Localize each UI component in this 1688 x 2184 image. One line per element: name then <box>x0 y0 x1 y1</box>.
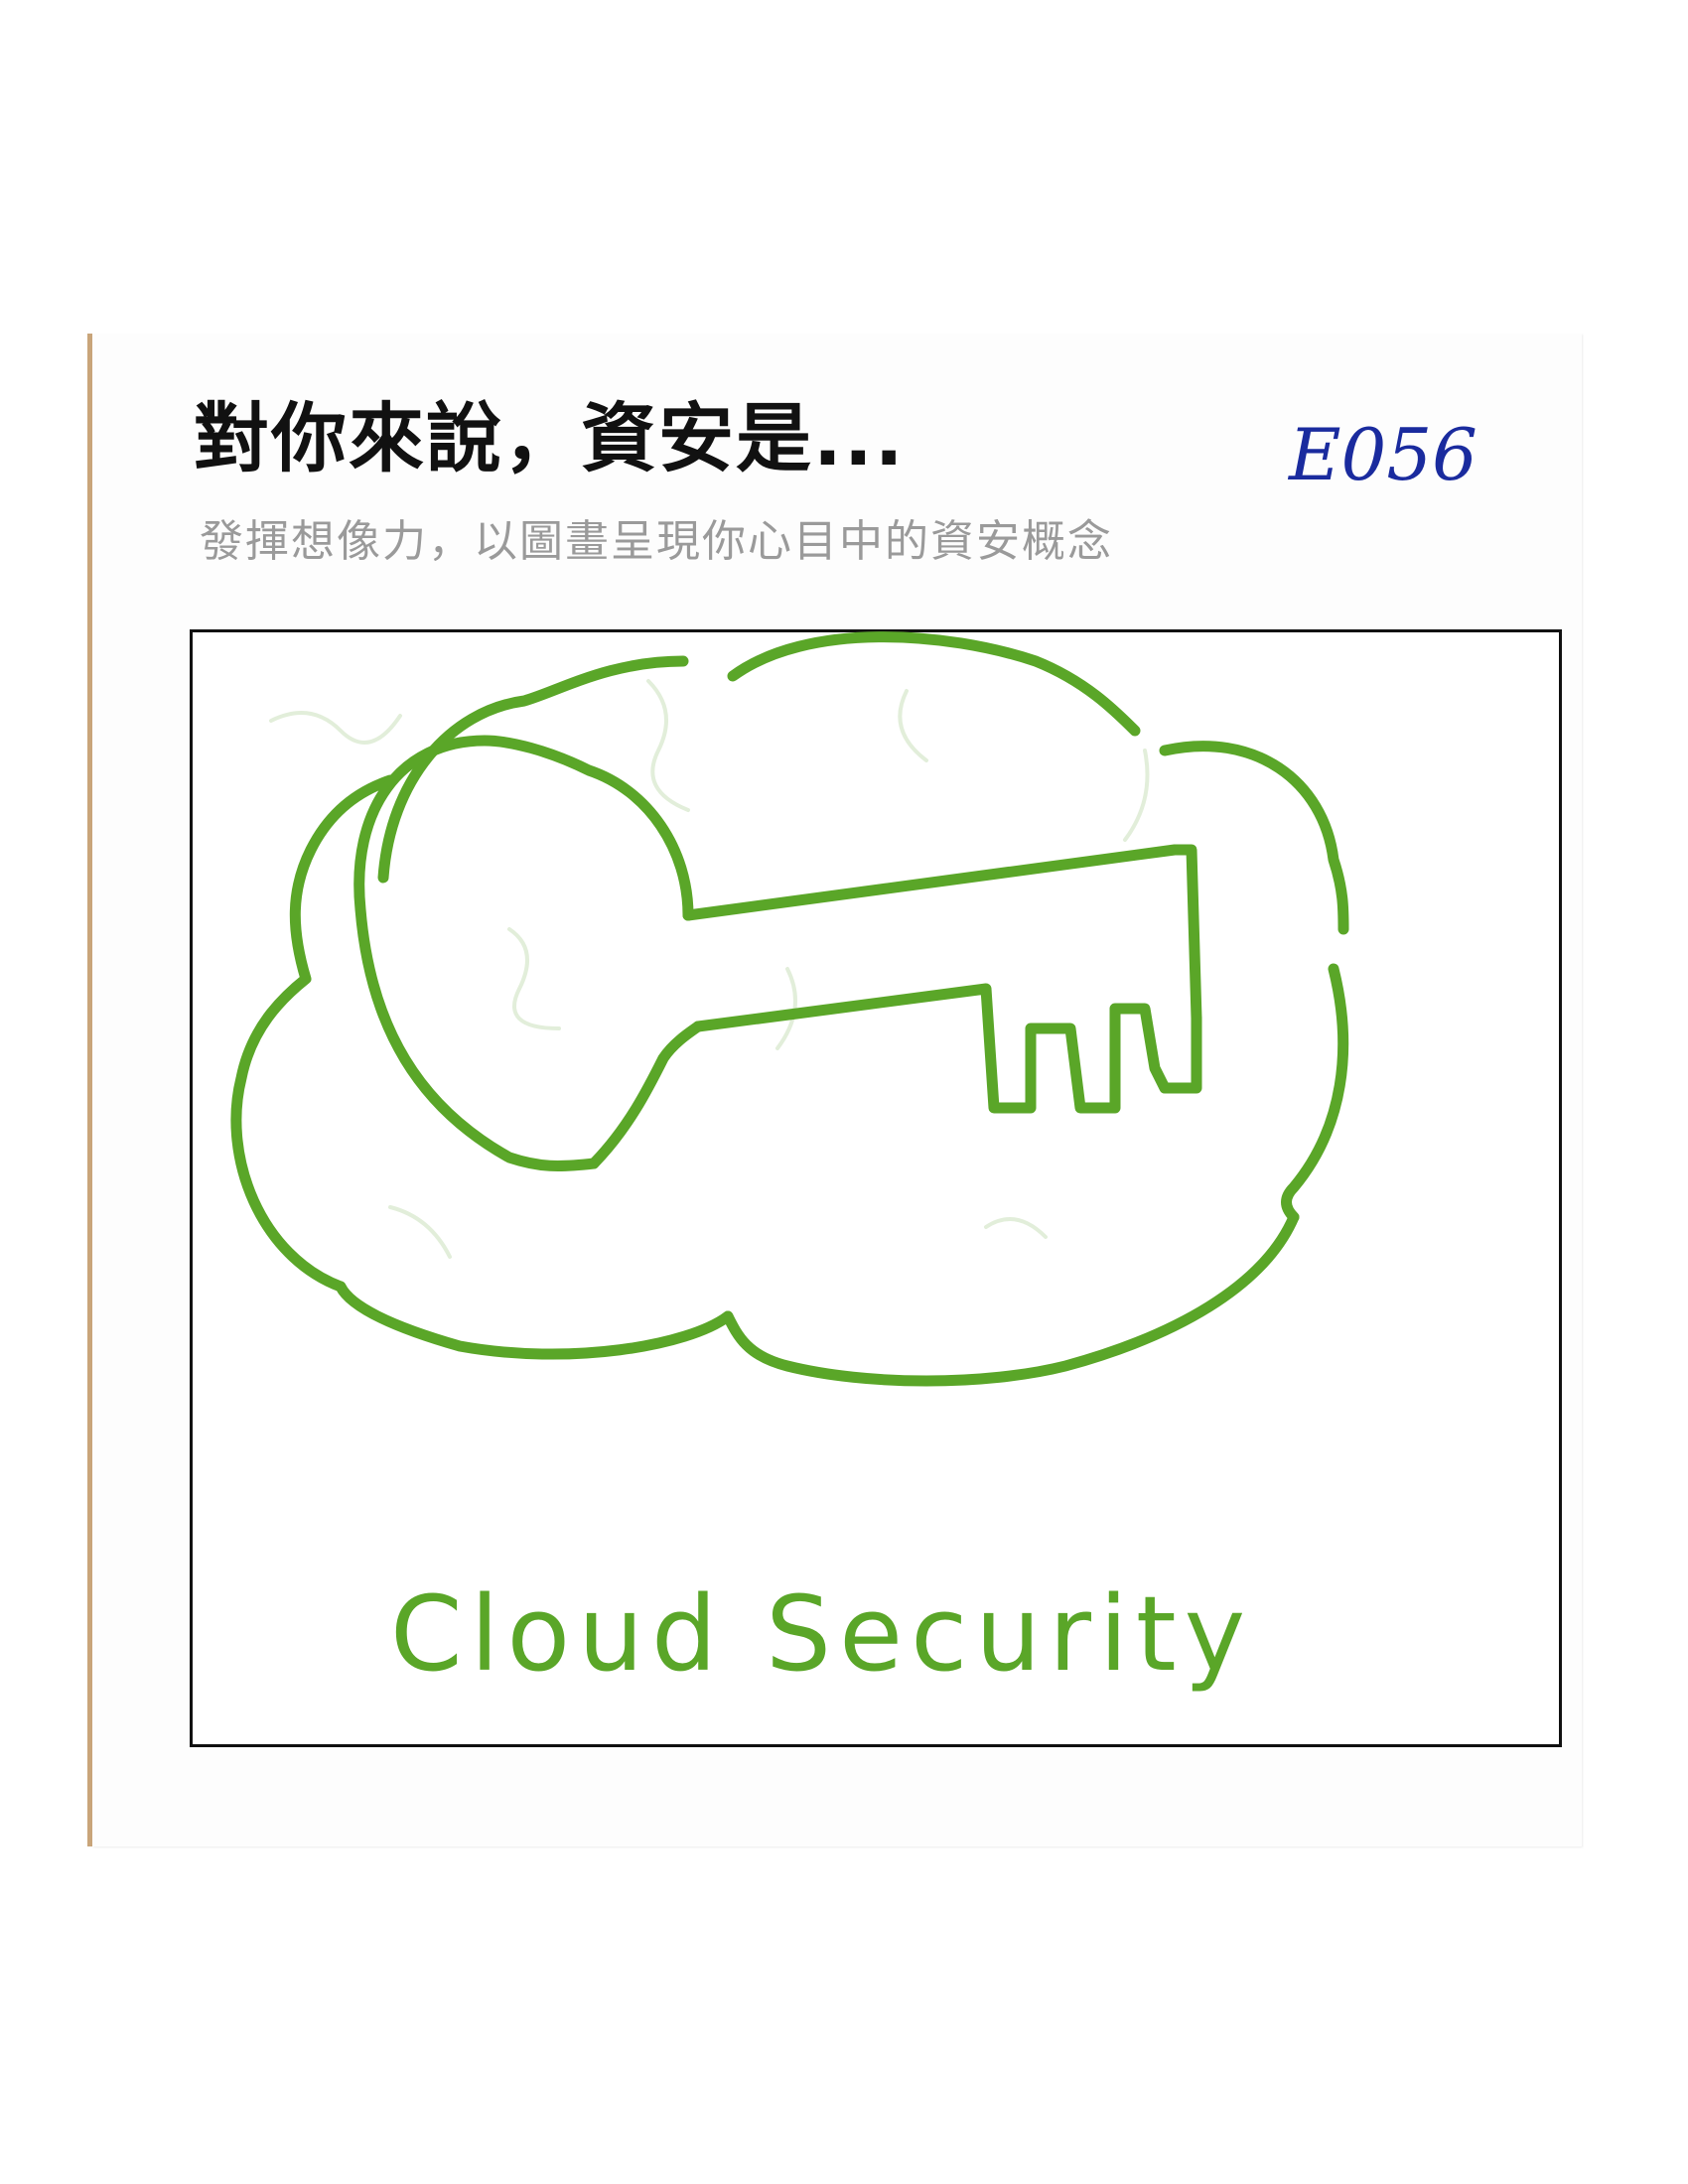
survey-card: 對你來說，資安是... 發揮想像力，以圖畫呈現你心目中的資安概念 E056 Cl… <box>92 334 1582 1846</box>
drawing-caption: Cloud Security <box>390 1573 1254 1695</box>
card-subtitle: 發揮想像力，以圖畫呈現你心目中的資安概念 <box>200 516 1113 567</box>
card-title: 對你來說，資安是... <box>194 394 906 482</box>
card-code: E056 <box>1289 413 1477 496</box>
page: 對你來說，資安是... 發揮想像力，以圖畫呈現你心目中的資安概念 E056 Cl… <box>0 0 1688 2184</box>
